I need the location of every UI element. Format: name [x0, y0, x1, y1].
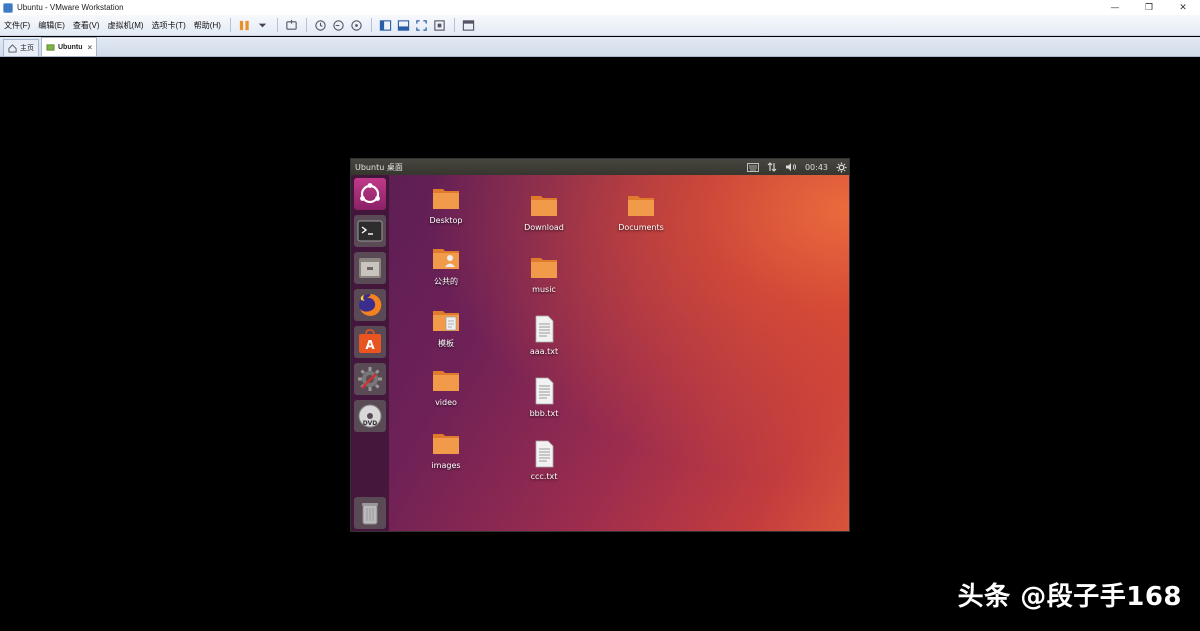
desktop-icon-label: video [435, 398, 457, 407]
home-icon [8, 43, 17, 53]
panel-clock[interactable]: 00:43 [805, 163, 828, 172]
desktop-icon-documents[interactable]: Documents [606, 190, 676, 232]
terminal-icon[interactable] [354, 215, 386, 247]
tab-close-icon[interactable]: × [88, 43, 93, 52]
unity-mode-icon[interactable] [432, 17, 448, 33]
network-icon[interactable] [767, 162, 777, 172]
window-controls: — ❐ ✕ [1098, 0, 1200, 15]
folder-icon [531, 196, 557, 216]
minimize-button[interactable]: — [1098, 0, 1132, 15]
folder-icon [433, 434, 459, 454]
folder-public-icon [433, 249, 459, 269]
dvd-icon[interactable]: DVD [354, 400, 386, 432]
desktop-icon-download[interactable]: Download [509, 190, 579, 232]
volume-icon[interactable] [785, 162, 797, 172]
desktop-icon-label: ccc.txt [530, 472, 558, 481]
desktop-icon-video[interactable]: video [411, 365, 481, 407]
menu-file[interactable]: 文件(F) [0, 20, 34, 31]
desktop-icon-images[interactable]: images [411, 428, 481, 470]
thumbnail-bar-icon[interactable] [396, 17, 412, 33]
power-dropdown-icon[interactable] [255, 17, 271, 33]
menu-view[interactable]: 查看(V) [69, 20, 104, 31]
trash-icon[interactable] [354, 497, 386, 529]
menu-edit[interactable]: 编辑(E) [34, 20, 69, 31]
show-library-icon[interactable] [378, 17, 394, 33]
full-screen-icon[interactable] [414, 17, 430, 33]
system-settings-icon[interactable] [354, 363, 386, 395]
folder-templates-icon [433, 311, 459, 331]
file-manager-icon[interactable] [354, 252, 386, 284]
restore-button[interactable]: ❐ [1132, 0, 1166, 15]
toolbar-separator [229, 18, 231, 32]
software-center-icon[interactable]: A [354, 326, 386, 358]
watermark-text: 头条 @段子手168 [957, 582, 1182, 612]
close-button[interactable]: ✕ [1166, 0, 1200, 15]
panel-indicators: 00:43 [746, 159, 847, 175]
gear-icon[interactable] [836, 162, 847, 173]
toolbar-separator [305, 18, 307, 32]
tab-home[interactable]: 主页 [3, 39, 39, 56]
snapshot-manager-icon[interactable] [349, 17, 365, 33]
desktop-icon-label: bbb.txt [529, 409, 559, 418]
pause-icon[interactable] [237, 17, 253, 33]
desktop-icon-label: music [532, 285, 556, 294]
folder-icon [628, 196, 654, 216]
folder-icon [433, 189, 459, 209]
desktop-icon-label: 模板 [438, 339, 454, 348]
tab-ubuntu[interactable]: Ubuntu × [41, 37, 98, 56]
desktop-icon-bbb-txt[interactable]: bbb.txt [509, 376, 579, 418]
text-file-icon [535, 315, 554, 343]
window-title: Ubuntu - VMware Workstation [17, 3, 124, 12]
desktop-icon-templates[interactable]: 模板 [411, 305, 481, 349]
menu-tabs[interactable]: 选项卡(T) [148, 20, 190, 31]
text-file-icon [535, 377, 554, 405]
text-file-icon [535, 440, 554, 468]
toolbar-separator [276, 18, 278, 32]
desktop-icon-label: Download [524, 223, 564, 232]
vm-display[interactable]: Ubuntu 桌面 00:43 A DVD Desktop 公共的 模板 vid… [0, 57, 1200, 631]
desktop-icon-public[interactable]: 公共的 [411, 243, 481, 287]
desktop-icon-ccc-txt[interactable]: ccc.txt [509, 439, 579, 481]
menu-vm[interactable]: 虚拟机(M) [104, 20, 148, 31]
folder-icon [433, 371, 459, 391]
send-ctrl-alt-del-icon[interactable] [284, 17, 300, 33]
desktop-icon-desktop[interactable]: Desktop [411, 183, 481, 225]
unity-launcher: A DVD [351, 175, 389, 531]
desktop-icon-label: aaa.txt [529, 347, 559, 356]
desktop-icon-music[interactable]: music [509, 252, 579, 294]
toolbar-separator [453, 18, 455, 32]
desktop-icon-label: 公共的 [434, 277, 458, 286]
guest-panel-title: Ubuntu 桌面 [355, 162, 403, 172]
tab-home-label: 主页 [20, 45, 34, 52]
svg-text:DVD: DVD [363, 420, 378, 427]
svg-text:A: A [365, 338, 375, 352]
desktop-icon-label: Desktop [429, 216, 463, 225]
folder-icon [531, 258, 557, 278]
desktop-icon-aaa-txt[interactable]: aaa.txt [509, 314, 579, 356]
ubuntu-desktop[interactable]: A DVD Desktop 公共的 模板 video images Downlo… [351, 175, 849, 531]
tab-bar: 主页 Ubuntu × [0, 37, 1200, 57]
revert-snapshot-icon[interactable] [331, 17, 347, 33]
toolbar-separator [370, 18, 372, 32]
ubuntu-dash-icon[interactable] [354, 178, 386, 210]
tab-ubuntu-label: Ubuntu [58, 43, 83, 51]
window-titlebar: Ubuntu - VMware Workstation — ❐ ✕ [0, 0, 1200, 15]
vmware-logo-icon [3, 2, 13, 13]
ubuntu-top-panel: Ubuntu 桌面 00:43 [351, 159, 849, 175]
keyboard-icon[interactable] [746, 162, 759, 172]
console-view-icon[interactable] [461, 17, 477, 33]
firefox-icon[interactable] [354, 289, 386, 321]
menu-help[interactable]: 帮助(H) [190, 20, 225, 31]
snapshot-icon[interactable] [313, 17, 329, 33]
ubuntu-guest-screen[interactable]: Ubuntu 桌面 00:43 A DVD Desktop 公共的 模板 vid… [350, 158, 850, 532]
desktop-icon-label: Documents [618, 223, 664, 232]
desktop-icon-label: images [431, 461, 461, 470]
menu-toolbar: 文件(F) 编辑(E) 查看(V) 虚拟机(M) 选项卡(T) 帮助(H) [0, 15, 1200, 36]
vm-icon [46, 43, 55, 51]
